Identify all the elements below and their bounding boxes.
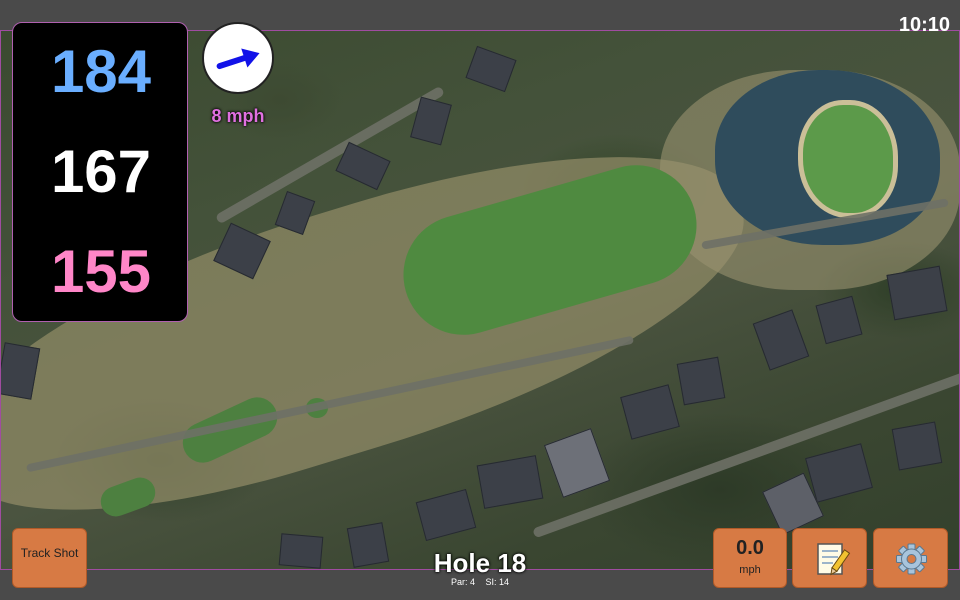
- middle-yardage: 167: [50, 138, 152, 205]
- notepad-icon: [817, 543, 851, 576]
- hole-par: Par: 4: [450, 577, 475, 587]
- gear-icon: [896, 543, 927, 575]
- hole-stroke-index: SI: 14: [485, 577, 510, 587]
- putting-green: [798, 100, 898, 218]
- wind-speed-label: 8 mph: [211, 106, 265, 126]
- wind-value: 0.0: [736, 537, 764, 559]
- wind-speed-button[interactable]: 0.0 mph: [713, 528, 787, 588]
- front-yardage: 155: [50, 238, 152, 305]
- hole-title: Hole 18: [433, 548, 527, 578]
- settings-button[interactable]: [873, 528, 948, 588]
- wind-unit: mph: [739, 564, 761, 576]
- wind-direction-indicator[interactable]: [202, 22, 274, 94]
- notes-button[interactable]: [792, 528, 867, 588]
- yardage-panel: 184 167 155: [12, 22, 188, 322]
- clock: 10:10: [898, 14, 950, 36]
- track-shot-button[interactable]: Track Shot: [12, 528, 87, 588]
- back-yardage: 184: [50, 38, 152, 105]
- track-shot-label: Track Shot: [20, 546, 79, 560]
- arrow-right-icon: [216, 48, 260, 70]
- hole-info: Par: 4 SI: 14: [380, 577, 580, 587]
